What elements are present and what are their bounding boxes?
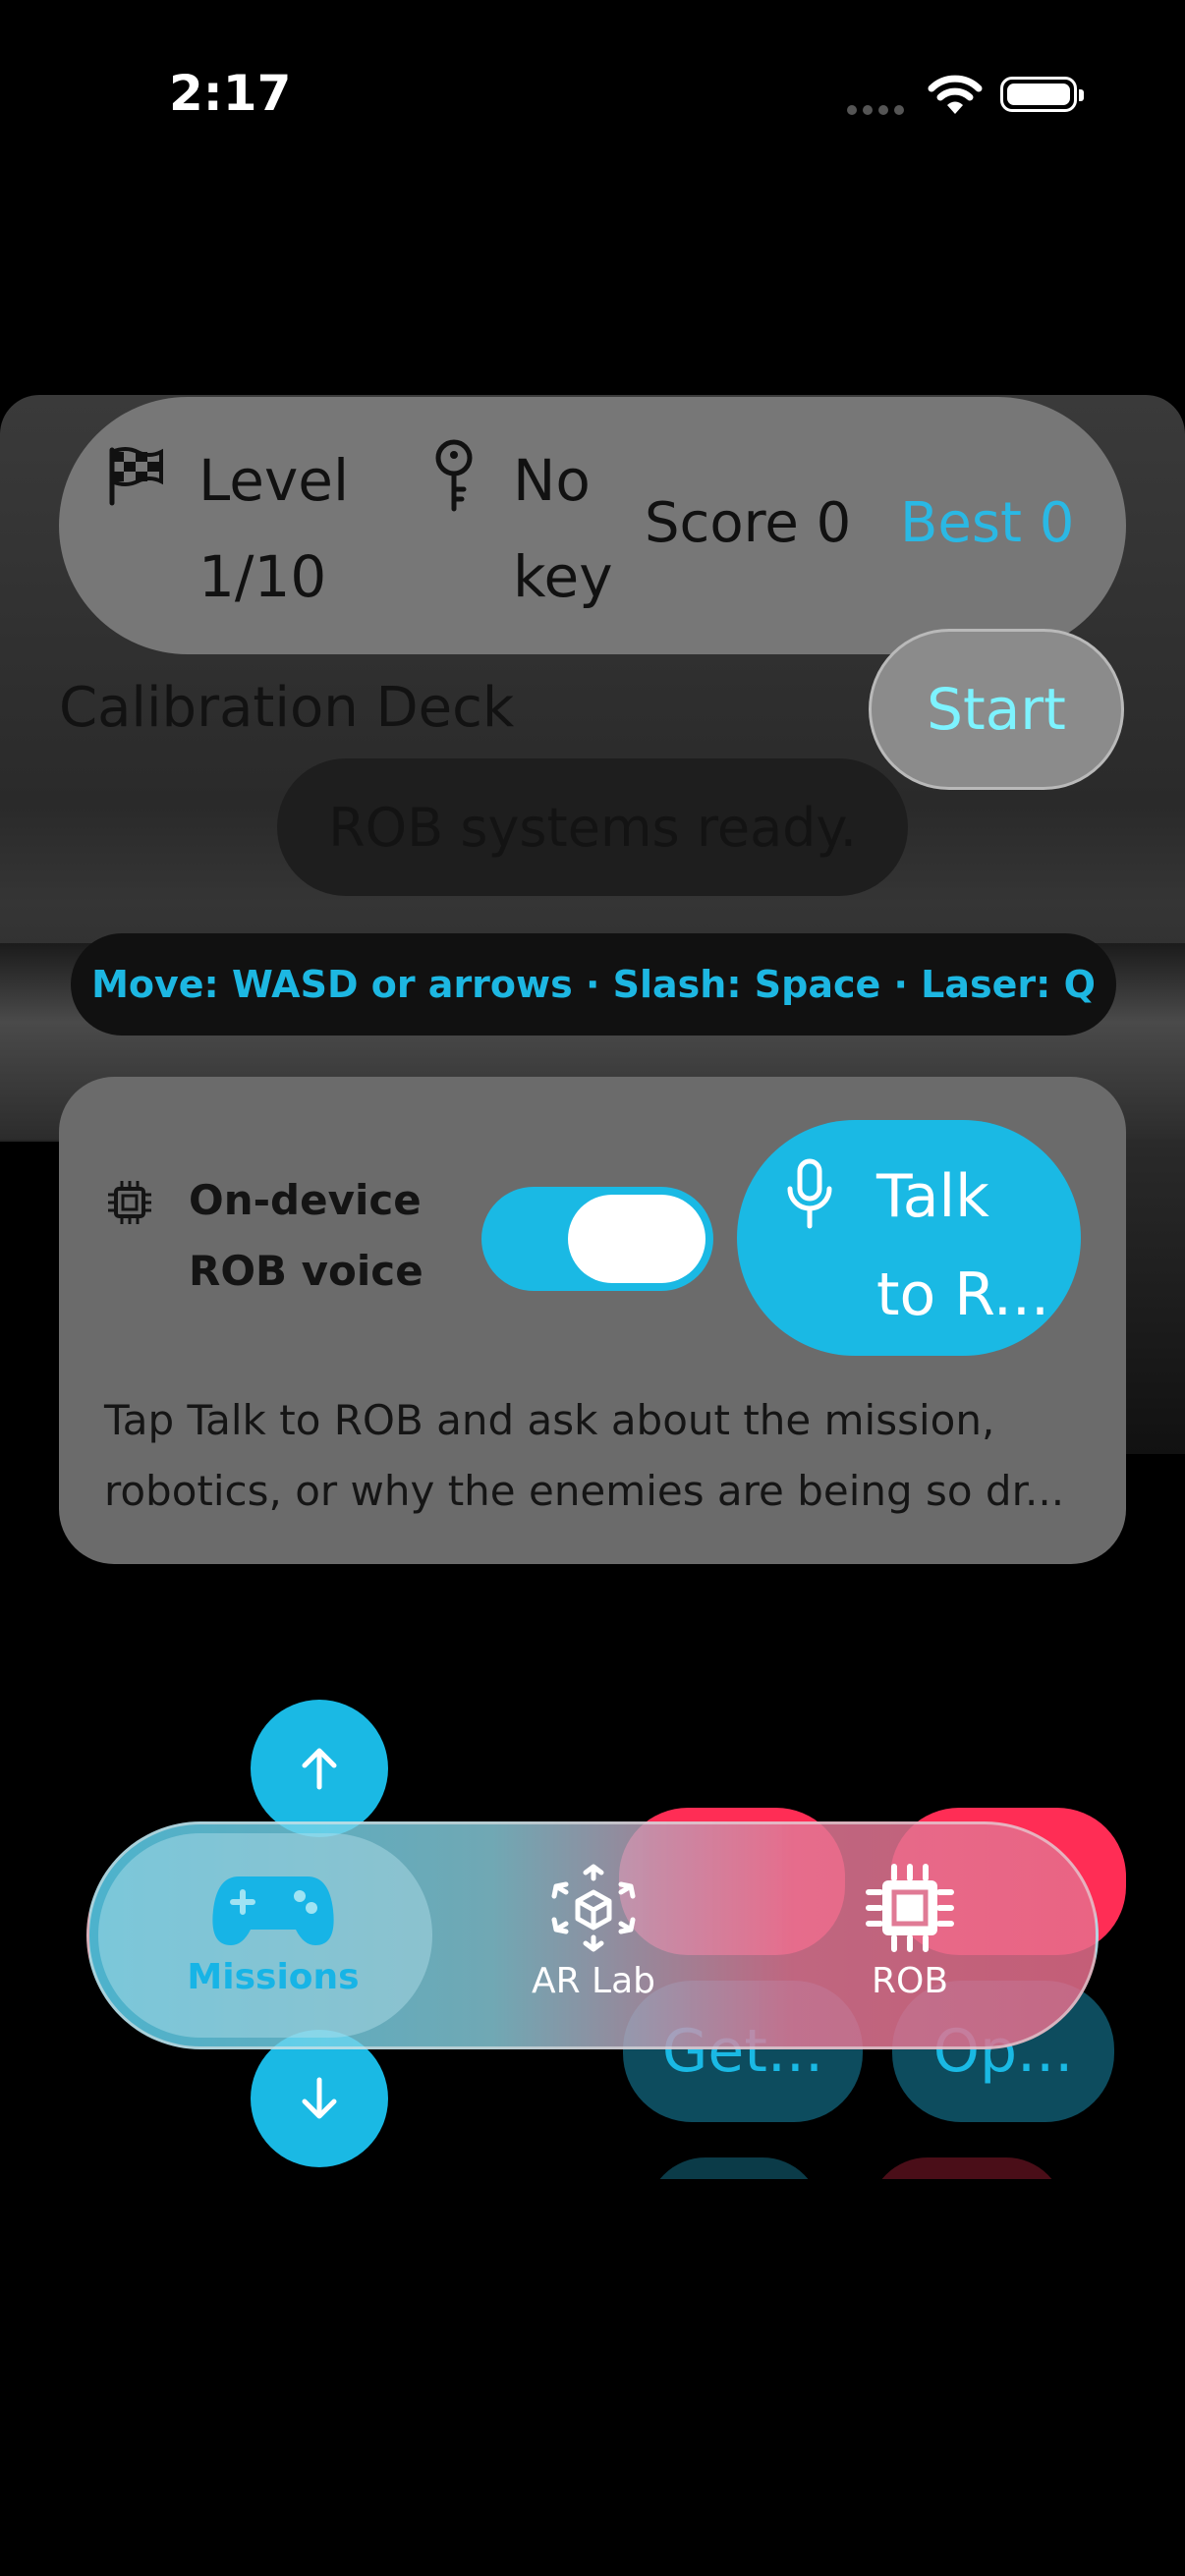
toggle-knob [568,1195,705,1283]
controls-hint: Move: WASD or arrows · Slash: Space · La… [71,933,1116,1036]
tab-ar-lab-label: AR Lab [531,1961,656,2001]
level-label: Level [198,447,350,514]
key-value: key [513,543,613,610]
key-label: No [513,447,591,514]
level-value: 1/10 [198,543,327,610]
level-indicator: Level 1/10 [198,432,349,625]
tab-missions-label: Missions [187,1957,360,1997]
dpad-up-button[interactable] [251,1700,388,1837]
microphone-icon [782,1155,837,1239]
tab-ar-lab[interactable]: AR Lab [495,1863,692,2001]
voice-description: Tap Talk to ROB and ask about the missio… [104,1385,1087,1527]
checkered-flag-icon [104,444,167,512]
talk-label-line1: Talk [876,1162,989,1231]
game-scene-wall [1125,1140,1185,1454]
tab-missions[interactable]: Missions [175,1871,371,1997]
tab-rob-label: ROB [871,1961,949,2001]
on-device-voice-toggle[interactable] [481,1187,713,1291]
status-time: 2:17 [169,65,292,122]
status-message: ROB systems ready. [277,758,908,896]
voice-description-line2: robotics, or why the enemies are being s… [104,1467,1065,1515]
voice-description-line1: Tap Talk to ROB and ask about the missio… [104,1396,995,1444]
deck-title: Calibration Deck [59,676,515,740]
cellular-signal-icon [847,102,910,115]
voice-mode-label: On-device ROB voice [189,1165,423,1307]
key-icon [426,438,481,522]
battery-icon [1000,77,1084,112]
best-score-label: Best 0 [900,491,1075,555]
dpad-down-button[interactable] [251,2030,388,2167]
ar-cube-icon [551,1864,636,1952]
score-label: Score 0 [645,491,852,555]
voice-label-line2: ROB voice [189,1247,423,1295]
bottom-background [0,2179,1185,2576]
chip-icon [106,1179,153,1231]
talk-button-label: Talk to R... [876,1148,1049,1344]
start-button[interactable]: Start [869,629,1124,790]
gamepad-icon [212,1876,334,1945]
talk-label-line2: to R... [876,1260,1050,1329]
tab-rob[interactable]: ROB [812,1863,1008,2001]
arrow-down-icon [302,2077,337,2119]
key-status: No key [513,432,613,625]
arrow-up-icon [302,1748,337,1790]
wifi-icon [928,75,983,121]
chip-icon [866,1864,954,1952]
voice-label-line1: On-device [189,1176,422,1224]
